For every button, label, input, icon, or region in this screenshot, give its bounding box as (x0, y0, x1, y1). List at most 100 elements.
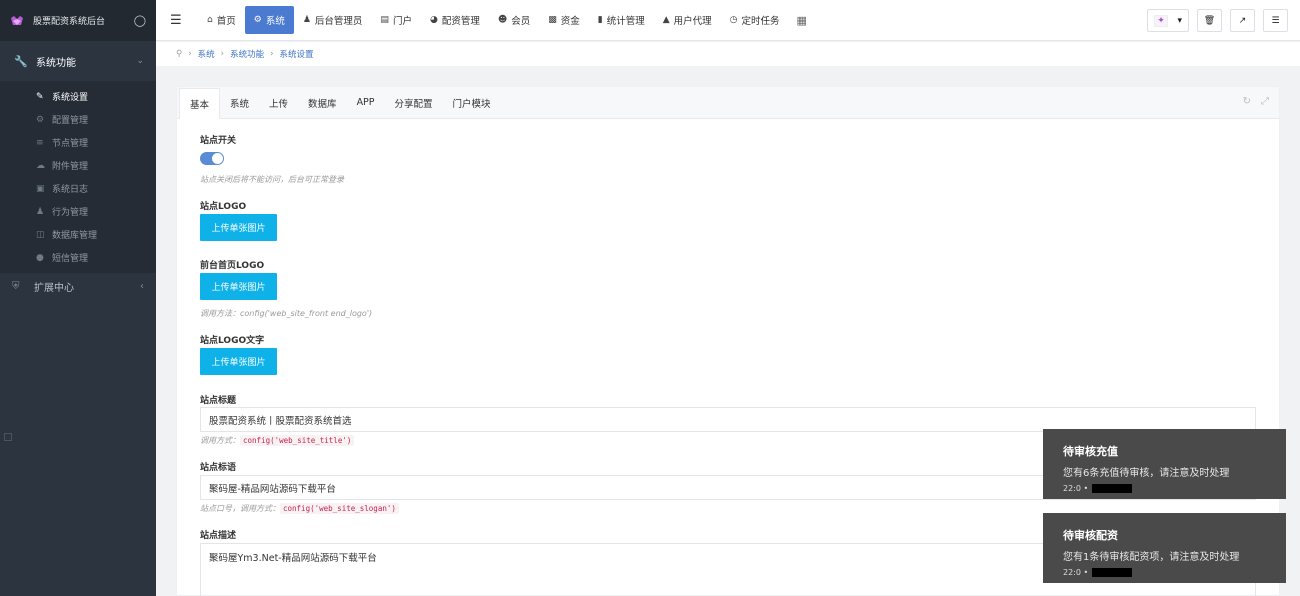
tab-share[interactable]: 分享配置 (385, 87, 443, 118)
sidebar-item-label: 行为管理 (52, 208, 89, 218)
trash-icon: 🗑 (1203, 15, 1216, 26)
site-switch-help: 站点关闭后将不能访问，后台可正常登录 (200, 175, 344, 184)
sidebar-item-label: 数据库管理 (52, 231, 98, 241)
grid-icon[interactable]: ▦ (797, 14, 807, 27)
wrench-icon: ✎ (36, 91, 44, 102)
sidebar-item-nodes[interactable]: ≡ 节点管理 (0, 131, 156, 154)
nav-admins[interactable]: ♟ 后台管理员 (294, 6, 372, 34)
tab-portal-modules[interactable]: 门户模块 (443, 87, 501, 118)
site-desc-label: 站点描述 (200, 531, 237, 541)
breadcrumb-sep: › (220, 49, 225, 59)
nav-label: 统计管理 (606, 16, 645, 27)
sidebar-section-label: 扩展中心 (34, 282, 74, 294)
nav-statistics[interactable]: ▮ 统计管理 (589, 6, 654, 34)
sidebar-item-logs[interactable]: ▣ 系统日志 (0, 177, 156, 200)
tab-app[interactable]: APP (347, 87, 385, 118)
refresh-icon[interactable]: ↻ (1243, 96, 1251, 107)
open-site-button[interactable]: ↗ (1230, 9, 1255, 32)
tab-database[interactable]: 数据库 (298, 87, 347, 118)
nav-system[interactable]: ⚙ 系统 (244, 6, 294, 34)
tab-basic[interactable]: 基本 (179, 88, 221, 119)
list-icon: ≡ (36, 137, 44, 148)
nav-agents[interactable]: ▲ 用户代理 (654, 6, 721, 34)
sidebar-item-config[interactable]: ⚙ 配置管理 (0, 108, 156, 131)
nav-label: 用户代理 (673, 16, 712, 27)
menu-toggle-icon[interactable]: ☰ (170, 13, 190, 28)
front-logo-help: 调用方法：config('web_site_front end_logo') (200, 309, 373, 318)
sidebar-item-label: 系统日志 (52, 185, 89, 195)
brand-logo (11, 15, 23, 25)
notification-time-text: 22:0 • (1063, 568, 1089, 577)
notification-message: 您有6条充值待审核，请注意及时处理 (1063, 468, 1230, 479)
settings-panel-button[interactable]: ☰ (1263, 9, 1288, 32)
nav-funding[interactable]: ◕ 配资管理 (421, 6, 489, 34)
sidebar-item-database[interactable]: ◫ 数据库管理 (0, 223, 156, 246)
tab-upload[interactable]: 上传 (259, 87, 298, 118)
user-menu-button[interactable]: ✦ ▾ (1147, 9, 1189, 32)
notification-title: 待审核配资 (1063, 529, 1118, 542)
external-link-icon: ↗ (1238, 15, 1247, 26)
code-snippet: config('web_site_slogan') (280, 503, 399, 514)
site-slogan-label: 站点标语 (200, 463, 237, 473)
brand-bar: 股票配资系统后台 ◯ (0, 0, 156, 41)
site-switch-toggle[interactable] (200, 152, 224, 165)
sidebar-item-actions[interactable]: ♟ 行为管理 (0, 200, 156, 223)
site-logo-upload-button[interactable]: 上传单张图片 (200, 214, 277, 241)
sidebar-section-system[interactable]: 🔧 系统功能 ⌄ (0, 41, 156, 81)
book-icon: ▣ (36, 183, 45, 194)
nav-label: 定时任务 (741, 16, 780, 27)
database-icon: ◫ (36, 229, 45, 240)
money-icon: ▩ (548, 15, 557, 25)
sidebar-collapse-handle[interactable] (4, 433, 12, 441)
breadcrumb-item[interactable]: 系统 (198, 48, 215, 60)
help-text: 站点口号，调用方式： (200, 504, 280, 513)
nav-funds[interactable]: ▩ 资金 (539, 6, 589, 34)
front-logo-label: 前台首页LOGO (200, 261, 265, 271)
notification-funding[interactable]: 待审核配资 您有1条待审核配资项，请注意及时处理 22:0 • (1043, 513, 1286, 583)
front-logo-upload-button[interactable]: 上传单张图片 (200, 273, 277, 300)
nav-home[interactable]: ⌂ 首页 (198, 6, 245, 34)
code-snippet: config('web_site_title') (240, 435, 355, 446)
sidebar-item-label: 系统设置 (52, 93, 89, 103)
fullscreen-icon[interactable]: ⤢ (1261, 96, 1269, 107)
sidebar-section-extensions[interactable]: ⛨ 扩展中心 ‹ (0, 273, 156, 299)
breadcrumb: ⚲ › 系统 › 系统功能 › 系统设置 (156, 42, 1300, 66)
gear-icon: ⚙ (253, 15, 262, 25)
sitemap-icon: ▲ (662, 15, 670, 25)
nav-label: 资金 (560, 16, 580, 27)
settings-tabs: 基本 系统 上传 数据库 APP 分享配置 门户模块 (177, 87, 1279, 119)
breadcrumb-item[interactable]: 系统设置 (279, 48, 313, 60)
panel-tools: ↻ ⤢ (1243, 96, 1269, 107)
nav-label: 后台管理员 (314, 16, 363, 27)
sidebar-item-label: 附件管理 (52, 162, 89, 172)
nav-portal[interactable]: ▤ 门户 (371, 6, 421, 34)
users-icon: ☻ (497, 15, 508, 25)
notification-time-text: 22:0 • (1063, 484, 1089, 493)
tab-system[interactable]: 系统 (220, 87, 259, 118)
notification-recharge[interactable]: 待审核充值 您有6条充值待审核，请注意及时处理 22:0 • (1043, 429, 1286, 499)
sidebar-item-sms[interactable]: ● 短信管理 (0, 246, 156, 269)
notification-title: 待审核充值 (1063, 445, 1118, 458)
cloud-upload-icon: ☁ (36, 160, 45, 171)
clock-icon: ◷ (729, 15, 738, 25)
breadcrumb-item[interactable]: 系统功能 (230, 48, 264, 60)
shield-icon: ⛨ (12, 280, 20, 292)
pie-chart-icon: ◕ (429, 15, 438, 25)
logo-text-upload-button[interactable]: 上传单张图片 (200, 348, 277, 375)
site-title-label: 站点标题 (200, 396, 237, 406)
nav-cron[interactable]: ◷ 定时任务 (721, 6, 789, 34)
notification-message: 您有1条待审核配资项，请注意及时处理 (1063, 552, 1240, 563)
sidebar-item-system-settings[interactable]: ✎ 系统设置 (0, 85, 156, 108)
nav-members[interactable]: ☻ 会员 (489, 6, 539, 34)
tasks-icon: ☰ (1271, 15, 1280, 26)
sidebar-item-label: 配置管理 (52, 116, 89, 126)
help-text: 调用方式： (200, 436, 240, 445)
sidebar-item-attachments[interactable]: ☁ 附件管理 (0, 154, 156, 177)
theme-drop-icon[interactable]: ◯ (134, 14, 146, 27)
clear-cache-button[interactable]: 🗑 (1197, 9, 1222, 32)
breadcrumb-sep: › (270, 49, 274, 59)
logo-text-label: 站点LOGO文字 (200, 336, 265, 346)
wrench-icon: 🔧 (14, 54, 28, 68)
home-icon: ⌂ (207, 15, 213, 25)
id-card-icon: ▤ (380, 15, 389, 25)
